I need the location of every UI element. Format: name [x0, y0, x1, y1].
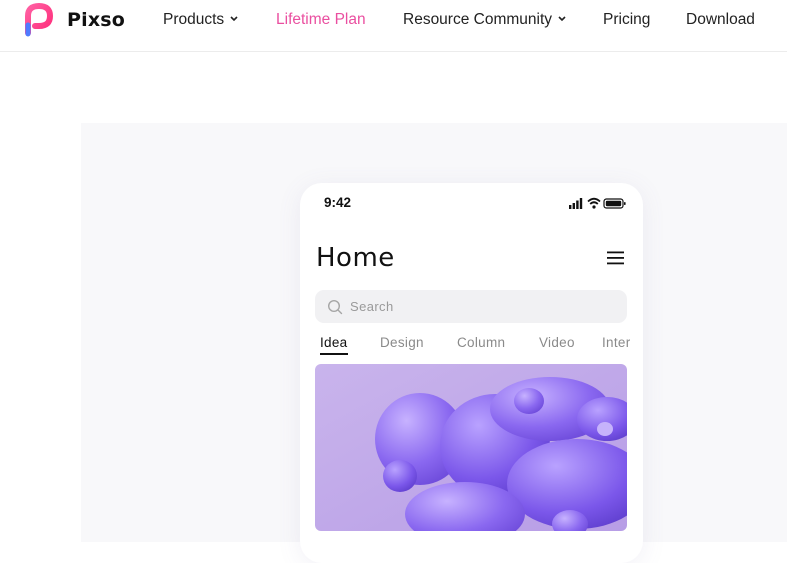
- nav-download[interactable]: Download: [686, 11, 755, 29]
- tab-inter[interactable]: Inter: [602, 335, 631, 350]
- tabs-fade: [630, 335, 643, 357]
- battery-icon: [603, 198, 626, 209]
- nav-pricing[interactable]: Pricing: [603, 11, 650, 29]
- phone-mockup: 9:42 Home Search Idea Design Column Vide…: [300, 183, 643, 563]
- active-tab-indicator: [320, 353, 348, 355]
- chevron-down-icon: [558, 16, 566, 22]
- status-time: 9:42: [324, 195, 352, 210]
- top-nav: Pixso Products Lifetime Plan Resource Co…: [0, 0, 787, 52]
- hamburger-menu-icon[interactable]: [607, 251, 624, 265]
- tab-design[interactable]: Design: [380, 335, 424, 350]
- page-title: Home: [316, 243, 395, 273]
- chevron-down-icon: [230, 16, 238, 22]
- brand-name[interactable]: Pixso: [67, 9, 125, 31]
- nav-resource-community[interactable]: Resource Community: [403, 11, 566, 29]
- search-placeholder: Search: [350, 299, 394, 314]
- search-input[interactable]: Search: [315, 290, 627, 323]
- signal-icon: [569, 198, 583, 209]
- nav-products-label: Products: [163, 11, 225, 28]
- featured-image[interactable]: [315, 364, 627, 531]
- tab-video[interactable]: Video: [539, 335, 575, 350]
- nav-lifetime-plan[interactable]: Lifetime Plan: [276, 11, 366, 29]
- wifi-icon: [587, 197, 601, 209]
- tab-idea[interactable]: Idea: [320, 335, 347, 350]
- category-tabs: Idea Design Column Video Inter: [300, 335, 643, 357]
- nav-resource-community-label: Resource Community: [403, 11, 553, 28]
- tab-column[interactable]: Column: [457, 335, 505, 350]
- pixso-logo-icon[interactable]: [25, 3, 59, 37]
- search-icon: [327, 299, 343, 315]
- status-bar-icons: [569, 197, 626, 209]
- nav-products[interactable]: Products: [163, 11, 238, 29]
